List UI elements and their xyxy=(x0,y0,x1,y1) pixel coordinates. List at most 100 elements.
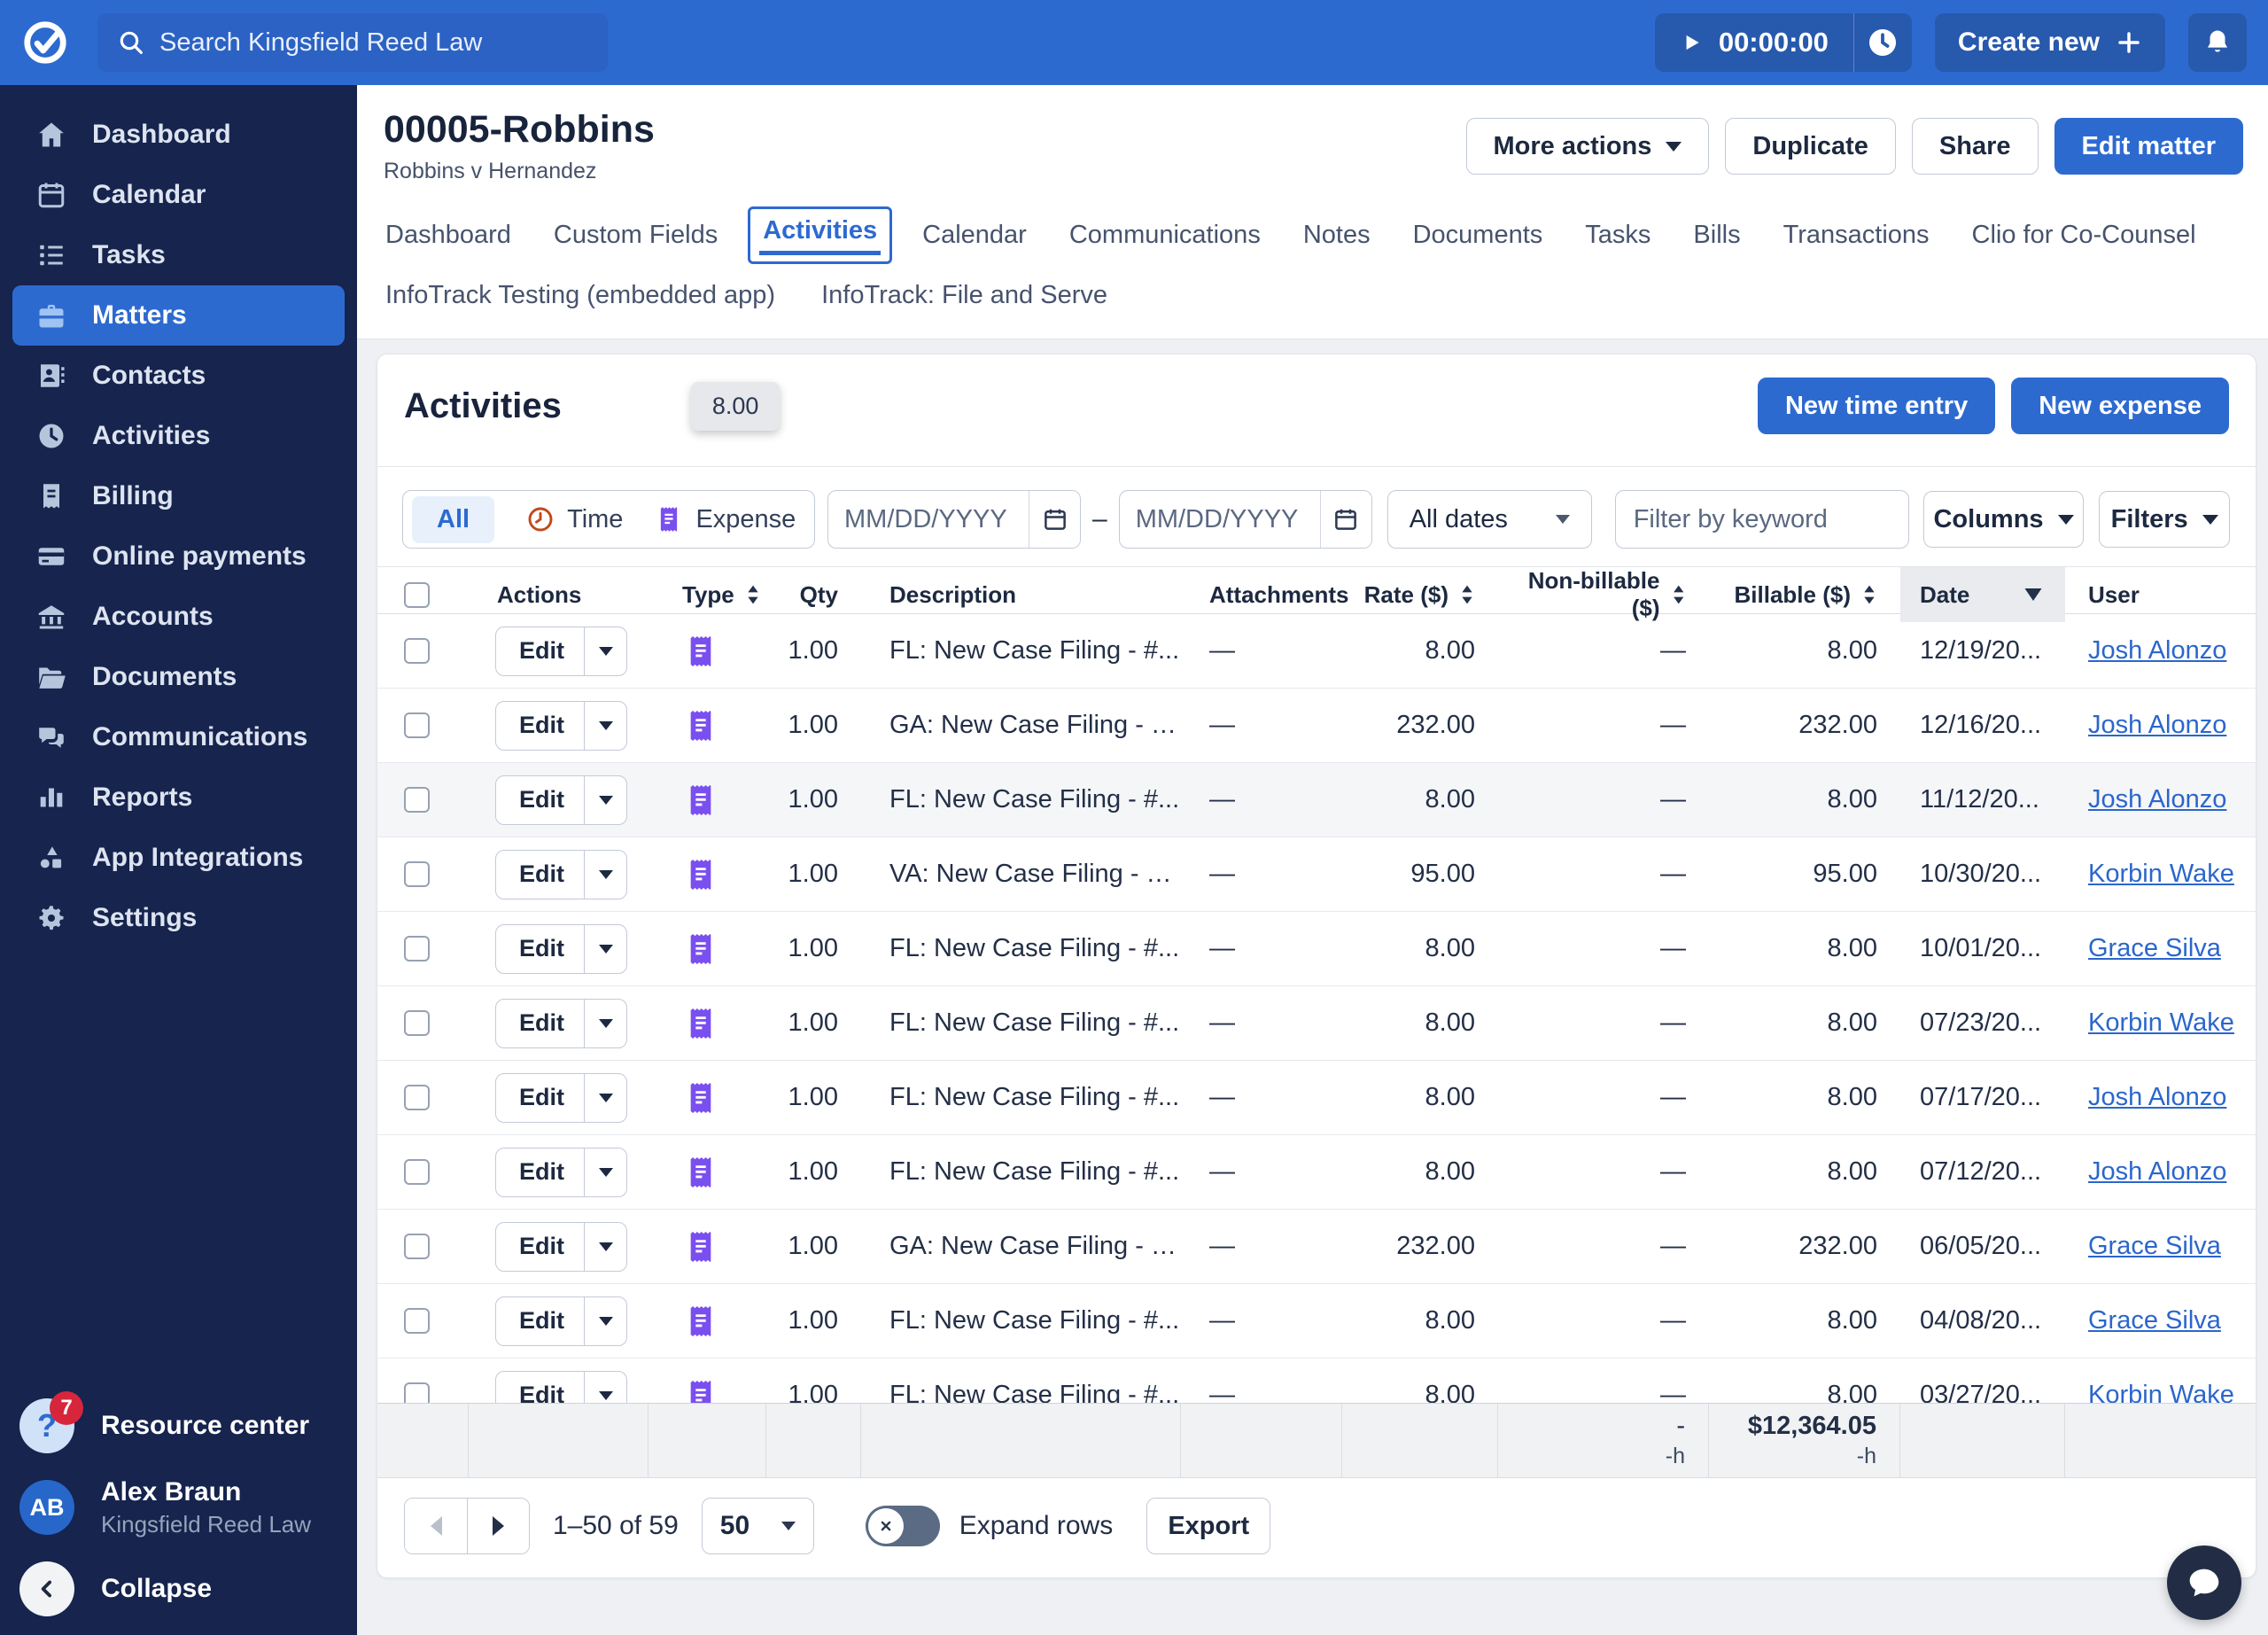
keyword-filter-input[interactable] xyxy=(1614,490,1909,549)
col-header-type[interactable]: Type xyxy=(649,567,766,622)
date-preset-select[interactable]: All dates xyxy=(1386,490,1592,549)
tab-infotrack-file-and-serve[interactable]: InfoTrack: File and Serve xyxy=(819,274,1109,317)
sidebar-item-reports[interactable]: Reports xyxy=(12,767,345,828)
share-button[interactable]: Share xyxy=(1911,118,2039,175)
global-search[interactable] xyxy=(97,13,608,72)
row-checkbox[interactable] xyxy=(404,1234,430,1259)
sidebar-item-billing[interactable]: Billing xyxy=(12,466,345,526)
user-link[interactable]: Grace Silva xyxy=(2088,1306,2221,1335)
edit-button[interactable]: Edit xyxy=(495,1072,627,1123)
row-checkbox[interactable] xyxy=(404,787,430,813)
sidebar-item-app-integrations[interactable]: App Integrations xyxy=(12,828,345,888)
duplicate-button[interactable]: Duplicate xyxy=(1725,118,1896,175)
chat-bubble-button[interactable] xyxy=(2167,1545,2241,1620)
edit-button[interactable]: Edit xyxy=(495,626,627,676)
edit-dropdown-button[interactable] xyxy=(584,924,626,973)
tab-dashboard[interactable]: Dashboard xyxy=(384,214,513,257)
edit-dropdown-button[interactable] xyxy=(584,1148,626,1196)
edit-matter-button[interactable]: Edit matter xyxy=(2054,118,2243,175)
user-link[interactable]: Josh Alonzo xyxy=(2088,1157,2226,1187)
edit-dropdown-button[interactable] xyxy=(584,1073,626,1122)
tab-communications[interactable]: Communications xyxy=(1068,214,1262,257)
user-link[interactable]: Korbin Wake xyxy=(2088,1008,2234,1038)
edit-button[interactable]: Edit xyxy=(495,775,627,825)
edit-dropdown-button[interactable] xyxy=(584,1371,626,1403)
user-link[interactable]: Josh Alonzo xyxy=(2088,1083,2226,1112)
col-header-rate[interactable]: Rate ($) xyxy=(1342,567,1498,622)
sidebar-item-dashboard[interactable]: Dashboard xyxy=(12,105,345,165)
user-link[interactable]: Josh Alonzo xyxy=(2088,785,2226,814)
filter-time-tab[interactable]: Time xyxy=(526,505,623,534)
next-page-button[interactable] xyxy=(467,1499,529,1553)
user-link[interactable]: Korbin Wake xyxy=(2088,1381,2234,1403)
tab-infotrack-testing-embedded-app-[interactable]: InfoTrack Testing (embedded app) xyxy=(384,274,777,317)
sidebar-item-online-payments[interactable]: Online payments xyxy=(12,526,345,587)
export-button[interactable]: Export xyxy=(1146,1498,1271,1554)
edit-button[interactable]: Edit xyxy=(495,849,627,899)
tab-tasks[interactable]: Tasks xyxy=(1583,214,1652,257)
edit-dropdown-button[interactable] xyxy=(584,999,626,1047)
date-from-input[interactable] xyxy=(828,504,1029,534)
tab-transactions[interactable]: Transactions xyxy=(1782,214,1931,257)
edit-button[interactable]: Edit xyxy=(495,923,627,974)
new-time-entry-button[interactable]: New time entry xyxy=(1757,378,1996,434)
create-new-button[interactable]: Create new xyxy=(1934,13,2165,72)
col-header-date[interactable]: Date xyxy=(1900,567,2065,622)
sidebar-item-tasks[interactable]: Tasks xyxy=(12,225,345,285)
date-to-calendar-button[interactable] xyxy=(1319,491,1371,548)
collapse-sidebar-button[interactable]: Collapse xyxy=(0,1548,357,1630)
edit-button[interactable]: Edit xyxy=(495,1221,627,1272)
page-size-select[interactable]: 50 xyxy=(701,1498,814,1554)
sidebar-item-matters[interactable]: Matters xyxy=(12,285,345,346)
tab-notes[interactable]: Notes xyxy=(1301,214,1372,257)
edit-button[interactable]: Edit xyxy=(495,1296,627,1346)
sidebar-item-settings[interactable]: Settings xyxy=(12,888,345,948)
tab-activities[interactable]: Activities xyxy=(748,206,893,264)
timer-clock-button[interactable] xyxy=(1852,13,1912,72)
edit-dropdown-button[interactable] xyxy=(584,775,626,824)
user-menu[interactable]: AB Alex Braun Kingsfield Reed Law xyxy=(0,1467,357,1548)
new-expense-button[interactable]: New expense xyxy=(2011,378,2229,434)
edit-button[interactable]: Edit xyxy=(495,1370,627,1403)
row-checkbox[interactable] xyxy=(404,1010,430,1036)
date-to-input[interactable] xyxy=(1119,504,1320,534)
edit-button[interactable]: Edit xyxy=(495,998,627,1048)
row-checkbox[interactable] xyxy=(404,936,430,962)
row-checkbox[interactable] xyxy=(404,1159,430,1185)
sidebar-item-contacts[interactable]: Contacts xyxy=(12,346,345,406)
columns-button[interactable]: Columns xyxy=(1922,491,2085,548)
edit-dropdown-button[interactable] xyxy=(584,1222,626,1271)
sidebar-item-activities[interactable]: Activities xyxy=(12,406,345,466)
previous-page-button[interactable] xyxy=(405,1499,467,1553)
search-input[interactable] xyxy=(159,27,588,58)
col-header-billable[interactable]: Billable ($) xyxy=(1709,567,1900,622)
filter-all-tab[interactable]: All xyxy=(412,495,495,543)
edit-dropdown-button[interactable] xyxy=(584,1296,626,1345)
edit-dropdown-button[interactable] xyxy=(584,850,626,899)
tab-documents[interactable]: Documents xyxy=(1411,214,1545,257)
tab-calendar[interactable]: Calendar xyxy=(920,214,1029,257)
sidebar-item-documents[interactable]: Documents xyxy=(12,647,345,707)
edit-button[interactable]: Edit xyxy=(495,1147,627,1197)
resource-center-button[interactable]: ? 7 Resource center xyxy=(0,1385,357,1467)
date-from-calendar-button[interactable] xyxy=(1029,491,1080,548)
row-checkbox[interactable] xyxy=(404,1382,430,1403)
row-checkbox[interactable] xyxy=(404,1308,430,1334)
timer-start-button[interactable]: 00:00:00 xyxy=(1655,13,1853,72)
row-checkbox[interactable] xyxy=(404,861,430,887)
edit-button[interactable]: Edit xyxy=(495,700,627,751)
more-actions-button[interactable]: More actions xyxy=(1465,118,1710,175)
col-header-nonbillable[interactable]: Non-billable ($) xyxy=(1498,567,1709,622)
filter-expense-tab[interactable]: Expense xyxy=(655,505,796,534)
tab-clio-for-co-counsel[interactable]: Clio for Co-Counsel xyxy=(1970,214,2198,257)
notifications-button[interactable] xyxy=(2188,13,2247,72)
filters-button[interactable]: Filters xyxy=(2099,491,2230,548)
user-link[interactable]: Grace Silva xyxy=(2088,934,2221,963)
sidebar-item-accounts[interactable]: Accounts xyxy=(12,587,345,647)
user-link[interactable]: Grace Silva xyxy=(2088,1232,2221,1261)
row-checkbox[interactable] xyxy=(404,638,430,664)
user-link[interactable]: Korbin Wake xyxy=(2088,860,2234,889)
tab-bills[interactable]: Bills xyxy=(1691,214,1742,257)
user-link[interactable]: Josh Alonzo xyxy=(2088,636,2226,666)
edit-dropdown-button[interactable] xyxy=(584,701,626,750)
